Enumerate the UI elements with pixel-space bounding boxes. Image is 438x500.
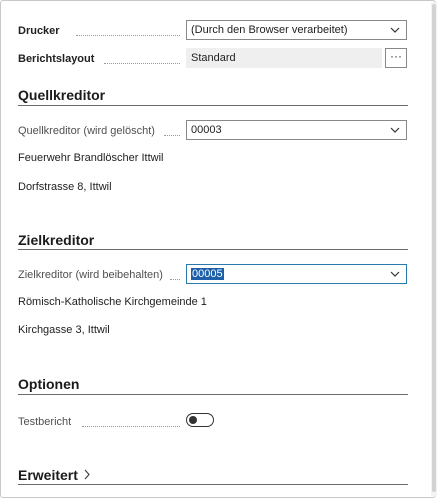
source-vendor-value: 00003: [191, 124, 222, 136]
source-vendor-row: Quellkreditor (wird gelöscht) 00003: [18, 120, 408, 142]
target-vendor-name: Römisch-Katholische Kirchgemeinde 1: [18, 296, 207, 308]
printer-row: Drucker (Durch den Browser verarbeitet): [18, 20, 408, 42]
advanced-label: Erweitert: [18, 467, 78, 483]
chevron-down-icon: [390, 127, 400, 133]
chevron-right-icon: [84, 469, 90, 480]
report-layout-value: Standard: [191, 52, 236, 64]
source-vendor-label: Quellkreditor (wird gelöscht): [18, 125, 155, 137]
target-vendor-row: Zielkreditor (wird beibehalten) 00005: [18, 264, 408, 286]
test-report-toggle[interactable]: [186, 413, 214, 427]
section-divider: [18, 105, 408, 106]
test-report-row: Testbericht: [18, 411, 408, 433]
source-vendor-address: Dorfstrasse 8, Ittwil: [18, 181, 112, 193]
section-title-advanced[interactable]: Erweitert: [18, 467, 91, 483]
section-title-source: Quellkreditor: [18, 87, 106, 103]
report-layout-field[interactable]: Standard: [186, 48, 382, 68]
dotted-leader: [164, 134, 180, 136]
dotted-leader: [170, 278, 180, 280]
target-vendor-address: Kirchgasse 3, Ittwil: [18, 324, 110, 336]
target-vendor-select[interactable]: 00005: [186, 264, 407, 284]
chevron-down-icon: [390, 271, 400, 277]
section-title-target: Zielkreditor: [18, 232, 95, 248]
source-vendor-name: Feuerwehr Brandlöscher Ittwil: [18, 152, 164, 164]
section-divider: [18, 394, 408, 395]
scrollbar[interactable]: [431, 2, 437, 496]
dotted-leader: [76, 34, 180, 36]
report-layout-row: Berichtslayout Standard ···: [18, 48, 408, 70]
source-vendor-select[interactable]: 00003: [186, 120, 407, 140]
chevron-down-icon: [390, 27, 400, 33]
dotted-leader: [82, 425, 180, 427]
section-divider: [18, 249, 408, 250]
printer-value: (Durch den Browser verarbeitet): [191, 24, 348, 36]
section-divider: [18, 484, 408, 485]
section-title-options: Optionen: [18, 376, 80, 392]
target-vendor-value: 00005: [191, 268, 224, 280]
toggle-knob: [189, 416, 197, 424]
printer-select[interactable]: (Durch den Browser verarbeitet): [186, 20, 407, 40]
target-vendor-label: Zielkreditor (wird beibehalten): [18, 269, 163, 281]
scrollbar-thumb[interactable]: [432, 4, 436, 492]
dotted-leader: [104, 62, 180, 64]
report-layout-more-button[interactable]: ···: [385, 48, 407, 68]
